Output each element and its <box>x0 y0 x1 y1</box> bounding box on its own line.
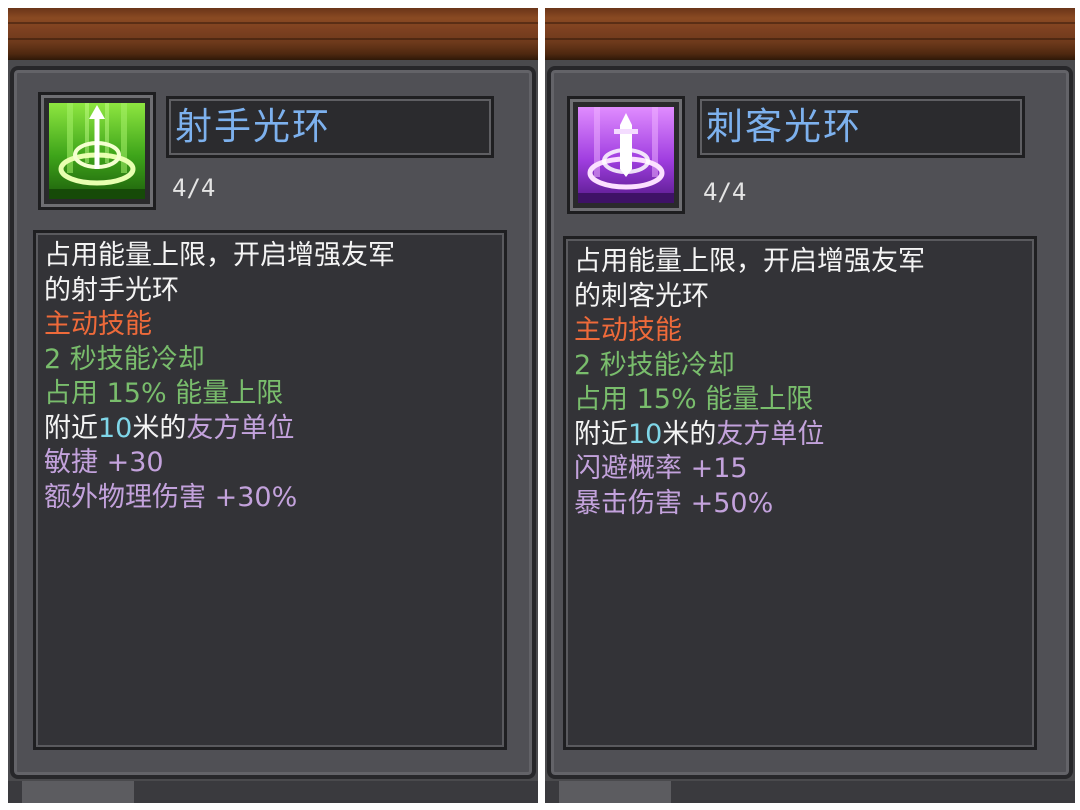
skill-icon-frame <box>567 96 685 214</box>
bonus-stat: 暴击伤害 +50% <box>574 487 774 519</box>
skill-type: 主动技能 <box>44 309 152 340</box>
bonus-stat: 额外物理伤害 +30% <box>44 481 298 513</box>
skill-tooltip-assassin-aura: 刺客光环 4/4 占用能量上限，开启增强友军 的刺客光环 主动技能 2 秒技能冷… <box>545 8 1075 803</box>
description-text: 占用能量上限，开启增强友军 的射手光环 主动技能 2 秒技能冷却 占用 15% … <box>44 239 395 515</box>
description-box: 占用能量上限，开启增强友军 的射手光环 主动技能 2 秒技能冷却 占用 15% … <box>33 230 507 750</box>
energy-cost: 占用 15% 能量上限 <box>44 378 284 409</box>
skill-level: 4/4 <box>172 174 216 202</box>
range-text: 附近10米的友方单位 <box>574 418 825 450</box>
wood-header-bar <box>8 8 538 60</box>
cooldown-text: 2 秒技能冷却 <box>44 343 205 375</box>
bottom-tab <box>22 781 134 803</box>
wood-header-bar <box>545 8 1075 60</box>
skill-title: 刺客光环 <box>706 105 862 148</box>
skill-title: 射手光环 <box>175 105 331 148</box>
skill-icon-frame <box>38 92 156 210</box>
assassin-aura-icon <box>578 107 674 203</box>
skill-type: 主动技能 <box>574 315 682 346</box>
bonus-stat: 敏捷 +30 <box>44 447 164 478</box>
description-line: 占用能量上限，开启增强友军 <box>574 246 925 277</box>
description-text: 占用能量上限，开启增强友军 的刺客光环 主动技能 2 秒技能冷却 占用 15% … <box>574 245 925 521</box>
title-box: 射手光环 <box>166 96 494 158</box>
bottom-tab <box>559 781 671 803</box>
archer-aura-icon <box>49 103 145 199</box>
title-box: 刺客光环 <box>697 96 1025 158</box>
description-line: 占用能量上限，开启增强友军 <box>44 240 395 271</box>
cooldown-text: 2 秒技能冷却 <box>574 349 735 381</box>
range-text: 附近10米的友方单位 <box>44 412 295 444</box>
description-line: 的刺客光环 <box>574 280 709 312</box>
energy-cost: 占用 15% 能量上限 <box>574 384 814 415</box>
bonus-stat: 闪避概率 +15 <box>574 453 748 484</box>
description-box: 占用能量上限，开启增强友军 的刺客光环 主动技能 2 秒技能冷却 占用 15% … <box>563 236 1037 750</box>
description-line: 的射手光环 <box>44 274 179 306</box>
skill-tooltip-archer-aura: 射手光环 4/4 占用能量上限，开启增强友军 的射手光环 主动技能 2 秒技能冷… <box>8 8 538 803</box>
skill-level: 4/4 <box>703 178 747 206</box>
